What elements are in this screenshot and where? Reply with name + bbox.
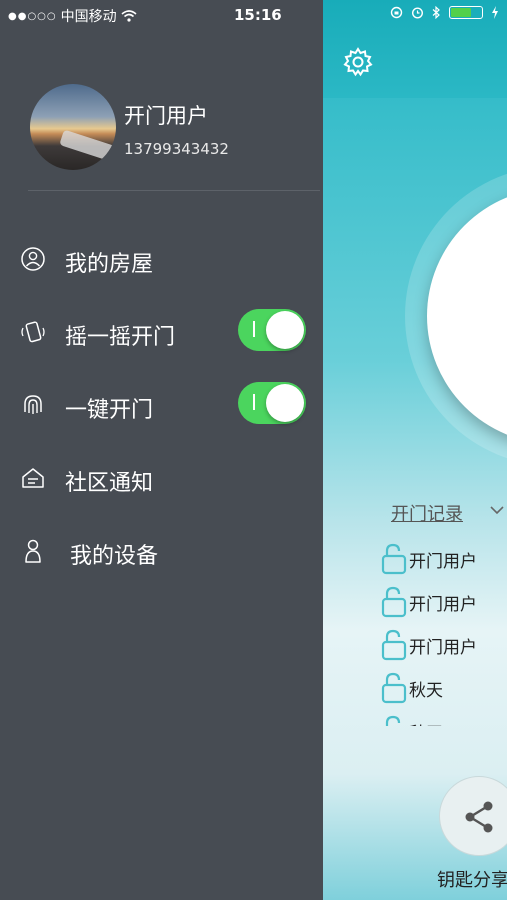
menu-item-label: 一键开门 — [65, 398, 154, 423]
rotation-lock-icon — [390, 6, 403, 19]
menu-item-my-device[interactable]: 我的设备 — [0, 514, 323, 587]
charging-icon — [492, 6, 498, 19]
open-records-list: 开门用户 开门用户 开门用户 秋天 — [379, 538, 507, 726]
status-right — [390, 6, 499, 19]
menu-item-shake-open[interactable]: 摇一摇开门 — [0, 295, 323, 368]
side-drawer: 开门用户 13799343432 我的房屋 摇一摇开门 一键开门 社区通知 我的… — [0, 0, 323, 900]
lock-icon — [385, 715, 401, 726]
status-bar: ●●○○○ 中国移动 15:16 — [0, 0, 507, 30]
shake-open-toggle[interactable] — [238, 309, 306, 351]
status-left: ●●○○○ 中国移动 — [8, 6, 137, 26]
main-panel: 开门记录 开门用户 开门用户 开门用户 秋天 钥匙分享 — [323, 0, 507, 900]
drawer-menu: 我的房屋 摇一摇开门 一键开门 社区通知 我的设备 — [0, 222, 323, 587]
menu-item-label: 社区通知 — [65, 471, 154, 496]
open-records-title[interactable]: 开门记录 — [391, 500, 463, 526]
list-item: 秋天 — [379, 710, 507, 726]
chevron-down-icon[interactable] — [489, 502, 505, 518]
lock-icon — [381, 629, 407, 661]
menu-item-label: 我的设备 — [70, 544, 159, 569]
menu-item-label: 我的房屋 — [65, 252, 154, 277]
menu-item-community-notice[interactable]: 社区通知 — [0, 441, 323, 514]
one-key-open-toggle[interactable] — [238, 382, 306, 424]
notice-icon — [22, 468, 44, 488]
lock-icon — [381, 586, 407, 618]
carrier-name: 中国移动 — [60, 9, 117, 25]
record-name: 开门用户 — [409, 552, 477, 572]
menu-item-my-house[interactable]: 我的房屋 — [0, 222, 323, 295]
wifi-icon — [121, 10, 137, 22]
record-name: 开门用户 — [409, 638, 477, 658]
record-name: 秋天 — [409, 681, 443, 701]
user-circle-icon — [21, 247, 45, 271]
person-outline-icon — [25, 539, 41, 563]
record-name: 开门用户 — [409, 595, 477, 615]
battery-icon — [449, 6, 483, 19]
list-item: 开门用户 — [379, 624, 507, 667]
avatar[interactable] — [30, 84, 116, 170]
record-name: 秋天 — [409, 719, 443, 726]
bluetooth-icon — [432, 6, 440, 19]
clock-time: 15:16 — [234, 6, 282, 24]
list-item: 秋天 — [379, 667, 507, 710]
gear-icon[interactable] — [342, 46, 374, 78]
signal-strength: ●●○○○ — [8, 10, 57, 22]
share-icon — [465, 801, 493, 833]
menu-item-one-key-open[interactable]: 一键开门 — [0, 368, 323, 441]
key-share-button[interactable] — [439, 776, 507, 856]
divider — [28, 190, 320, 191]
user-name: 开门用户 — [124, 104, 208, 128]
user-profile[interactable]: 开门用户 13799343432 — [30, 84, 320, 174]
fingerprint-icon — [24, 395, 42, 414]
menu-item-label: 摇一摇开门 — [65, 325, 176, 350]
key-share-label[interactable]: 钥匙分享 — [437, 866, 507, 892]
lock-icon — [381, 543, 407, 575]
list-item: 开门用户 — [379, 581, 507, 624]
list-item: 开门用户 — [379, 538, 507, 581]
alarm-icon — [411, 7, 424, 19]
lock-icon — [381, 672, 407, 704]
user-phone: 13799343432 — [124, 140, 229, 158]
shake-phone-icon — [21, 321, 45, 343]
